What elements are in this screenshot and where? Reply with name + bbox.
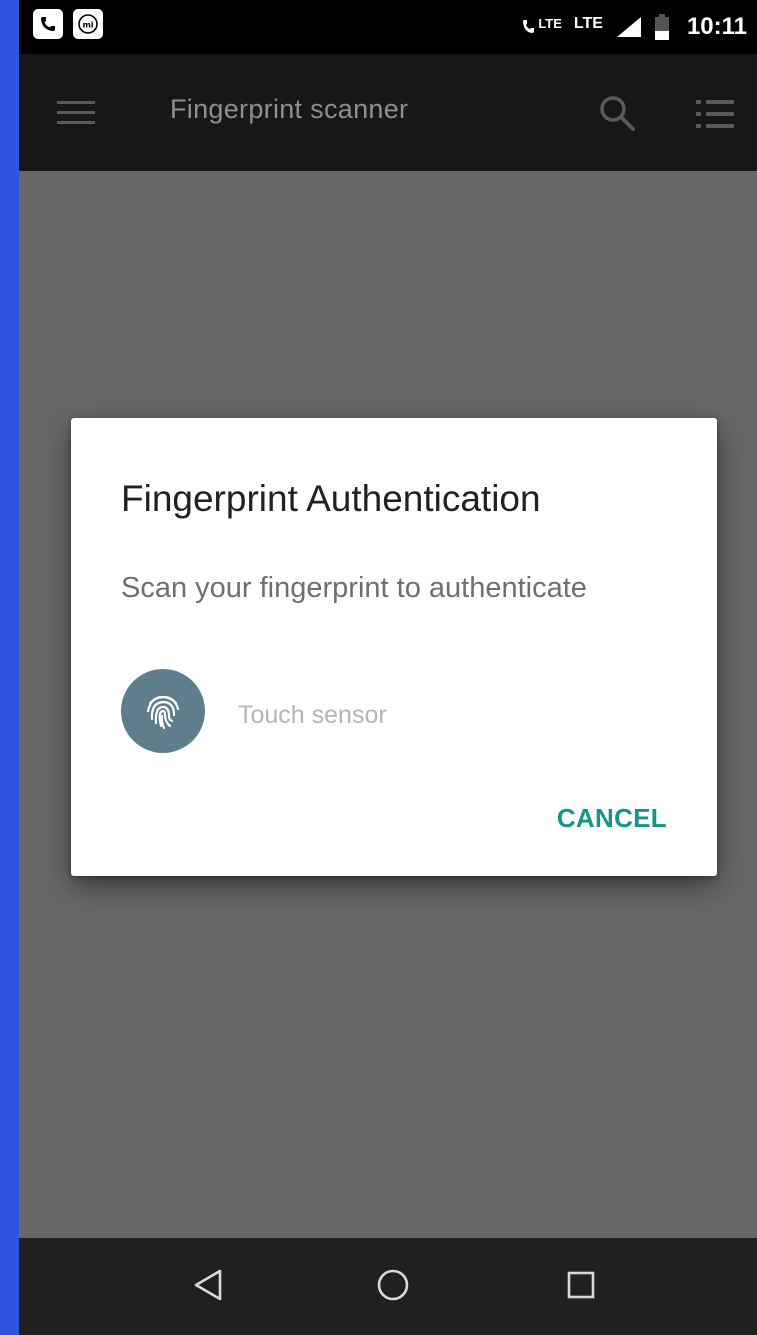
dialog-title: Fingerprint Authentication [121,478,541,519]
cancel-button[interactable]: CANCEL [557,803,667,834]
mi-app-icon: mi [73,9,103,39]
svg-text:mi: mi [82,21,93,30]
fingerprint-status-text: Touch sensor [238,701,387,729]
status-bar: mi LTE LTE 10:11 [19,0,757,54]
fingerprint-status-icon [121,669,205,753]
network-label-2: LTE [573,15,603,32]
dialog-description: Scan your fingerprint to authenticate [121,572,587,604]
recents-icon[interactable] [567,1271,595,1299]
call-icon [33,9,63,39]
app-title: Fingerprint scanner [170,94,409,124]
menu-icon[interactable] [57,101,95,125]
home-icon[interactable] [376,1268,410,1302]
fingerprint-icon [146,695,180,730]
notification-icons: mi [33,9,103,39]
search-icon[interactable] [598,94,638,134]
fingerprint-dialog: Fingerprint Authentication Scan your fin… [71,418,717,876]
volte-indicator: LTE [522,15,562,36]
list-icon[interactable] [696,99,736,129]
system-status: LTE LTE 10:11 [522,0,747,54]
battery-icon [654,14,669,40]
volte-icon [523,20,535,33]
signal-icon [616,17,641,37]
navigation-bar [19,1238,757,1335]
back-icon[interactable] [192,1268,224,1302]
clock: 10:11 [686,13,747,40]
phone-screen: mi LTE LTE 10:11 Fingerprint scanner Fin… [19,0,757,1335]
app-bar: Fingerprint scanner [19,54,757,171]
network-label-1: LTE [538,15,562,31]
